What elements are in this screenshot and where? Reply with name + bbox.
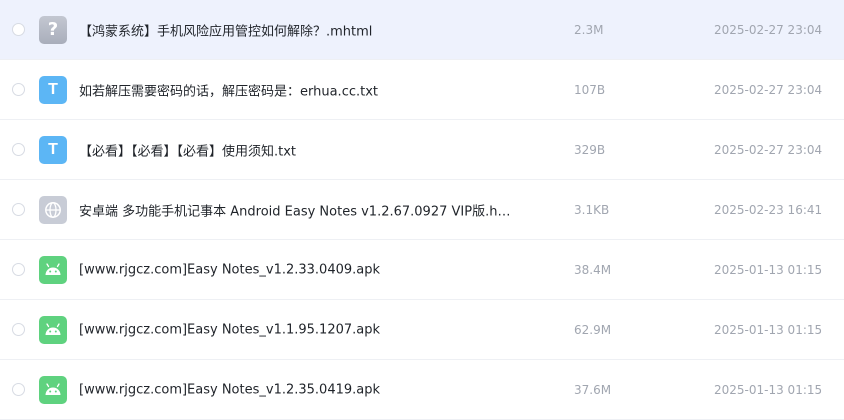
file-date: 2025-02-23 16:41 [714, 202, 823, 217]
file-size: 329B [574, 142, 606, 157]
file-name[interactable]: [www.rjgcz.com]Easy Notes_v1.2.35.0419.a… [79, 382, 380, 397]
android-apk-icon [39, 315, 67, 344]
file-row[interactable]: 安卓端 多功能手机记事本 Android Easy Notes v1.2.67.… [0, 180, 844, 240]
file-name[interactable]: 【鸿蒙系统】手机风险应用管控如何解除？.mhtml [79, 20, 372, 39]
web-file-icon [39, 195, 67, 224]
file-name[interactable]: 【必看】【必看】【必看】使用须知.txt [79, 140, 296, 159]
file-date: 2025-02-27 23:04 [714, 82, 823, 97]
file-row[interactable]: [www.rjgcz.com]Easy Notes_v1.1.95.1207.a… [0, 300, 844, 360]
file-date: 2025-02-27 23:04 [714, 22, 823, 37]
file-size: 2.3M [574, 22, 604, 37]
file-size: 38.4M [574, 262, 612, 277]
file-size: 107B [574, 82, 606, 97]
file-name[interactable]: 安卓端 多功能手机记事本 Android Easy Notes v1.2.67.… [79, 200, 510, 219]
android-apk-icon [39, 255, 67, 284]
file-name[interactable]: [www.rjgcz.com]Easy Notes_v1.2.33.0409.a… [79, 262, 380, 277]
file-size: 37.6M [574, 382, 612, 397]
file-row[interactable]: [www.rjgcz.com]Easy Notes_v1.2.35.0419.a… [0, 360, 844, 420]
file-size: 62.9M [574, 322, 612, 337]
file-name[interactable]: 如若解压需要密码的话，解压密码是：erhua.cc.txt [79, 80, 378, 99]
file-name[interactable]: [www.rjgcz.com]Easy Notes_v1.1.95.1207.a… [79, 322, 380, 337]
row-checkbox[interactable] [12, 202, 25, 216]
row-checkbox[interactable] [12, 262, 25, 276]
file-row[interactable]: [www.rjgcz.com]Easy Notes_v1.2.33.0409.a… [0, 240, 844, 300]
android-apk-icon [39, 375, 67, 404]
file-row[interactable]: T 【必看】【必看】【必看】使用须知.txt 329B 2025-02-27 2… [0, 120, 844, 180]
file-date: 2025-01-13 01:15 [714, 382, 823, 397]
row-checkbox[interactable] [12, 22, 25, 36]
file-row[interactable]: ? 【鸿蒙系统】手机风险应用管控如何解除？.mhtml 2.3M 2025-02… [0, 0, 844, 60]
row-checkbox[interactable] [12, 322, 25, 336]
row-checkbox[interactable] [12, 142, 25, 156]
unknown-file-icon: ? [39, 15, 67, 44]
row-checkbox[interactable] [12, 382, 25, 396]
file-date: 2025-01-13 01:15 [714, 262, 823, 277]
file-date: 2025-02-27 23:04 [714, 142, 823, 157]
file-size: 3.1KB [574, 202, 610, 217]
row-checkbox[interactable] [12, 82, 25, 96]
file-date: 2025-01-13 01:15 [714, 322, 823, 337]
text-file-icon: T [39, 75, 67, 104]
file-row[interactable]: T 如若解压需要密码的话，解压密码是：erhua.cc.txt 107B 202… [0, 60, 844, 120]
file-list: ? 【鸿蒙系统】手机风险应用管控如何解除？.mhtml 2.3M 2025-02… [0, 0, 844, 420]
text-file-icon: T [39, 135, 67, 164]
